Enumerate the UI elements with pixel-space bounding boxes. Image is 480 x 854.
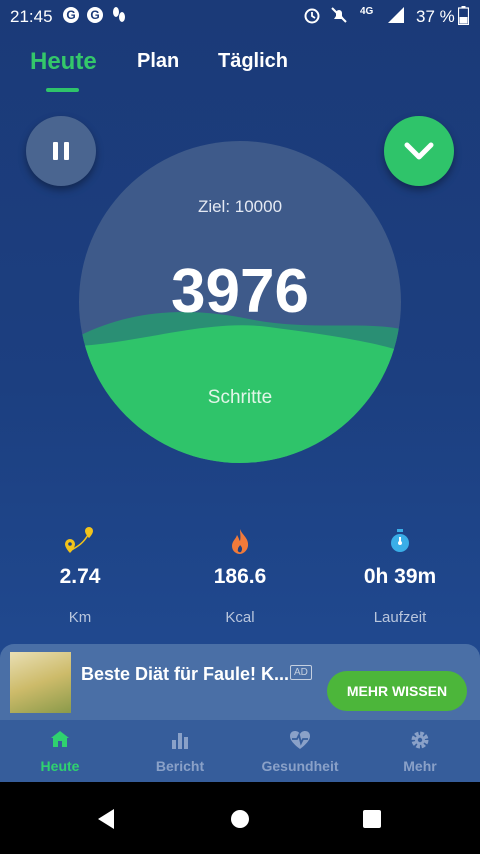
stat-value: 186.6 xyxy=(213,565,267,588)
status-bar: 21:45 G G 4G 37 % xyxy=(0,0,480,34)
stat-duration: 0h 39m Laufzeit xyxy=(320,525,480,626)
tab-taeglich[interactable]: Täglich xyxy=(218,50,288,73)
home-circle-icon[interactable] xyxy=(230,809,250,829)
stat-value: 2.74 xyxy=(59,565,101,588)
top-tabs: Heute Plan Täglich xyxy=(0,46,480,98)
battery-percent: 37 % xyxy=(416,7,455,26)
alarm-icon xyxy=(303,6,321,28)
stopwatch-icon xyxy=(320,525,480,557)
ad-image xyxy=(10,652,71,713)
status-time: 21:45 xyxy=(10,7,53,26)
distance-pin-icon xyxy=(0,525,160,557)
network-label: 4G xyxy=(360,6,374,17)
steps-count: 3976 xyxy=(171,257,309,326)
ad-badge: AD xyxy=(290,665,312,680)
stat-calories: 186.6 Kcal xyxy=(160,525,320,626)
goal-text: Ziel: 10000 xyxy=(197,197,283,216)
nav-item-heute[interactable]: Heute xyxy=(0,730,120,774)
bar-chart-icon xyxy=(120,730,240,750)
nav-item-bericht[interactable]: Bericht xyxy=(120,730,240,774)
stat-label: Laufzeit xyxy=(373,609,427,626)
nav-label: Heute xyxy=(40,758,80,774)
svg-text:G: G xyxy=(66,8,75,22)
gear-icon xyxy=(360,730,480,750)
bottom-nav: Heute Bericht Gesundheit Mehr xyxy=(0,720,480,782)
svg-text:G: G xyxy=(90,8,99,22)
stat-label: Km xyxy=(68,609,92,626)
tab-heute[interactable]: Heute xyxy=(30,48,97,76)
steps-icon xyxy=(111,6,127,28)
battery-icon xyxy=(457,6,470,29)
nav-item-gesundheit[interactable]: Gesundheit xyxy=(240,730,360,774)
heart-pulse-icon xyxy=(240,730,360,750)
home-icon xyxy=(0,730,120,750)
recents-icon[interactable] xyxy=(362,809,382,829)
ad-title[interactable]: Beste Diät für Faule! K... xyxy=(81,664,289,685)
tab-plan[interactable]: Plan xyxy=(137,50,179,73)
ad-banner[interactable]: Beste Diät für Faule! K... AD MEHR WISSE… xyxy=(0,644,480,720)
google-icon: G xyxy=(86,6,104,28)
stat-value: 0h 39m xyxy=(363,565,437,588)
nav-label: Gesundheit xyxy=(261,758,339,774)
stat-label: Kcal xyxy=(225,609,255,626)
stat-distance: 2.74 Km xyxy=(0,525,160,626)
ad-cta-button[interactable]: MEHR WISSEN xyxy=(327,671,467,711)
nav-label: Bericht xyxy=(155,758,205,774)
system-nav-bar xyxy=(0,782,480,854)
nav-label: Mehr xyxy=(403,758,437,774)
flame-icon xyxy=(160,525,320,557)
mute-icon xyxy=(330,6,348,28)
steps-label: Schritte xyxy=(207,387,273,408)
tab-active-indicator xyxy=(46,88,79,92)
back-icon[interactable] xyxy=(96,808,116,830)
signal-icon xyxy=(386,6,406,28)
nav-item-mehr[interactable]: Mehr xyxy=(360,730,480,774)
google-icon: G xyxy=(62,6,80,28)
